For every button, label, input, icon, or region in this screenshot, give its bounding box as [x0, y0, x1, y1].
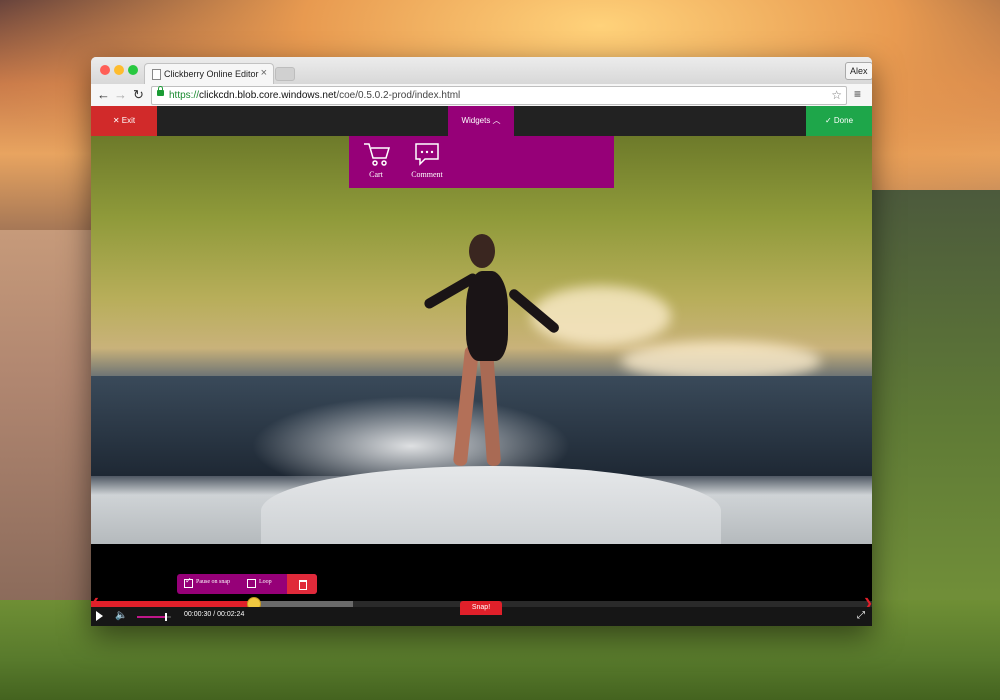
- video-surfboard: [261, 466, 721, 544]
- exit-button[interactable]: ✕ Exit: [91, 106, 157, 136]
- video-surfer: [469, 234, 495, 268]
- done-button[interactable]: ✓ Done: [806, 106, 872, 136]
- url-text: https://clickcdn.blob.core.windows.net/c…: [169, 87, 460, 104]
- player-controls: 🔈 00:00:30 / 00:02:24 Snap! ⤢: [91, 601, 872, 626]
- cart-widget[interactable]: Cart: [356, 140, 396, 184]
- editor-topbar: ✕ Exit Widgets ︿ ✓ Done: [91, 106, 872, 136]
- profile-button[interactable]: Alex: [845, 62, 872, 80]
- lock-icon: [157, 86, 164, 96]
- pause-on-snap-checkbox[interactable]: [184, 576, 193, 588]
- browser-tab[interactable]: Clickberry Online Editor ×: [144, 63, 274, 85]
- page-icon: [152, 69, 161, 80]
- video-cloud: [531, 286, 671, 346]
- widgets-toggle[interactable]: Widgets ︿: [448, 106, 514, 136]
- url-scheme: https://: [169, 90, 200, 101]
- widgets-panel: Cart Comment: [349, 136, 614, 188]
- time-display: 00:00:30 / 00:02:24: [184, 611, 245, 618]
- video-frame[interactable]: [91, 136, 872, 544]
- browser-toolbar: ← → ↻ https://clickcdn.blob.core.windows…: [91, 84, 872, 107]
- segment-toolbar: Pause on snap Loop: [177, 574, 317, 594]
- hamburger-menu-icon[interactable]: ≡: [854, 87, 861, 101]
- fullscreen-icon[interactable]: ⤢: [857, 610, 865, 622]
- video-surfer: [466, 271, 508, 361]
- editor-app: ✕ Exit Widgets ︿ ✓ Done Cart Comment ✓ P…: [91, 106, 872, 626]
- browser-window: Clickberry Online Editor × Alex ← → ↻ ht…: [91, 57, 872, 626]
- volume-icon[interactable]: 🔈: [115, 610, 127, 622]
- cart-icon: [364, 143, 391, 166]
- zoom-window-button[interactable]: [128, 65, 138, 75]
- address-bar[interactable]: https://clickcdn.blob.core.windows.net/c…: [151, 86, 847, 105]
- url-path: /coe/0.5.0.2-prod/index.html: [336, 90, 461, 101]
- minimize-window-button[interactable]: [114, 65, 124, 75]
- comment-widget[interactable]: Comment: [407, 140, 447, 184]
- pause-on-snap-label: Pause on snap: [196, 579, 230, 585]
- forward-icon[interactable]: →: [114, 87, 127, 103]
- snap-button[interactable]: Snap!: [460, 601, 502, 615]
- volume-slider[interactable]: [137, 613, 171, 621]
- trash-icon: [299, 580, 307, 590]
- video-cloud: [621, 341, 821, 381]
- close-tab-icon[interactable]: ×: [261, 67, 267, 79]
- cart-widget-label: Cart: [369, 170, 383, 179]
- volume-level: [137, 616, 166, 618]
- url-host: clickcdn.blob.core.windows.net: [199, 90, 337, 101]
- loop-label: Loop: [259, 579, 272, 585]
- title-bar: Clickberry Online Editor × Alex: [91, 57, 872, 85]
- reload-icon[interactable]: ↻: [133, 87, 144, 103]
- comment-widget-label: Comment: [411, 170, 443, 179]
- loop-checkbox[interactable]: [247, 579, 256, 588]
- bookmark-star-icon[interactable]: ☆: [831, 87, 842, 104]
- tab-title: Clickberry Online Editor: [164, 69, 259, 79]
- comment-icon: [415, 143, 439, 166]
- close-window-button[interactable]: [100, 65, 110, 75]
- new-tab-button[interactable]: [275, 67, 295, 81]
- back-icon[interactable]: ←: [97, 87, 110, 103]
- delete-segment-button[interactable]: [287, 574, 317, 594]
- play-icon[interactable]: [96, 611, 103, 621]
- volume-knob[interactable]: [164, 613, 167, 621]
